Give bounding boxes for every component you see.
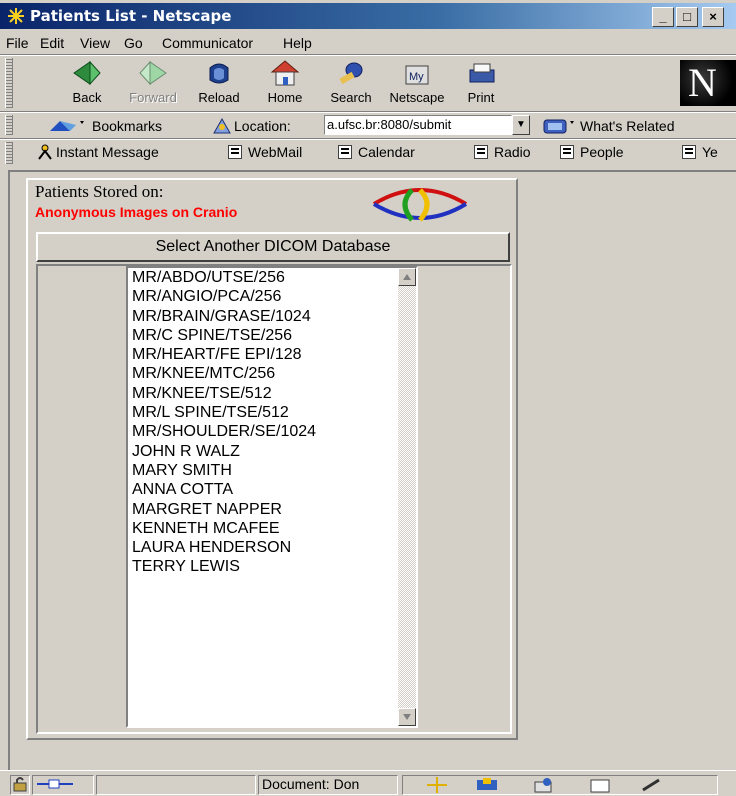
back-button[interactable]: Back — [54, 58, 120, 108]
navigation-toolbar: Back Forward Reload Home Search My Netsc… — [0, 56, 736, 111]
netscape-throbber-logo[interactable]: N — [680, 60, 736, 106]
title-bar[interactable]: Patients List - Netscape _ □ × — [0, 3, 736, 29]
location-grip[interactable] — [5, 115, 13, 135]
bookmark-page-icon — [474, 145, 488, 159]
scroll-up-button[interactable] — [398, 268, 416, 286]
patient-list-item[interactable]: MR/L SPINE/TSE/512 — [132, 403, 316, 422]
arrow-down-icon — [403, 714, 411, 720]
window-title: Patients List - Netscape — [30, 7, 232, 25]
listbox-scrollbar[interactable] — [398, 268, 416, 726]
progress-bar — [96, 775, 256, 795]
location-url-field[interactable]: a.ufsc.br:8080/submit — [324, 115, 512, 135]
patient-list-item[interactable]: TERRY LEWIS — [132, 557, 316, 576]
browser-window: Patients List - Netscape _ □ × File Edit… — [0, 0, 736, 796]
status-text: Document: Don — [262, 776, 360, 792]
location-toolbar: Bookmarks Location: a.ufsc.br:8080/submi… — [0, 113, 736, 138]
patient-list-item[interactable]: MARGRET NAPPER — [132, 500, 316, 519]
select-database-button[interactable]: Select Another DICOM Database — [36, 232, 510, 262]
back-arrow-icon — [73, 60, 101, 86]
forward-button[interactable]: Forward — [120, 58, 186, 108]
eye-logo-icon — [372, 188, 468, 222]
menu-view[interactable]: View — [80, 35, 110, 51]
my-netscape-button[interactable]: My Netscape — [384, 58, 450, 108]
patient-list-item[interactable]: MR/KNEE/MTC/256 — [132, 364, 316, 383]
menu-file[interactable]: File — [6, 35, 29, 51]
address-book-icon — [590, 779, 610, 793]
menu-go[interactable]: Go — [124, 35, 143, 51]
menu-edit[interactable]: Edit — [40, 35, 64, 51]
patient-list-item[interactable]: MR/KNEE/TSE/512 — [132, 384, 316, 403]
composer-icon — [534, 778, 552, 793]
yellow-pages-link[interactable]: Ye — [682, 144, 718, 160]
patient-list-item[interactable]: MR/HEART/FE EPI/128 — [132, 345, 316, 364]
scroll-down-button[interactable] — [398, 708, 416, 726]
edit-pen-icon — [642, 778, 660, 792]
toolbar-grip[interactable] — [5, 58, 13, 108]
home-button[interactable]: Home — [252, 58, 318, 108]
mail-icon — [477, 778, 497, 790]
patient-list: MR/ABDO/UTSE/256 MR/ANGIO/PCA/256 MR/BRAIN… — [132, 268, 316, 577]
personal-toolbar: Instant Message WebMail Calendar Radio P… — [0, 140, 736, 166]
online-status-icon[interactable] — [32, 775, 94, 795]
patient-list-item[interactable]: LAURA HENDERSON — [132, 538, 316, 557]
navigator-icon — [427, 777, 447, 793]
patients-stored-label: Patients Stored on: — [35, 182, 164, 201]
personal-grip[interactable] — [5, 142, 13, 164]
page-proxy-icon — [213, 117, 231, 134]
reload-button[interactable]: Reload — [186, 58, 252, 108]
netscape-app-icon — [8, 8, 24, 24]
patient-list-item[interactable]: ANNA COTTA — [132, 480, 316, 499]
menu-help[interactable]: Help — [283, 35, 312, 51]
bookmark-page-icon — [338, 145, 352, 159]
radio-link[interactable]: Radio — [474, 144, 531, 160]
patient-list-item[interactable]: MR/ABDO/UTSE/256 — [132, 268, 316, 287]
search-button[interactable]: Search — [318, 58, 384, 108]
search-icon — [339, 62, 363, 85]
print-button[interactable]: Print — [448, 58, 514, 108]
print-icon — [469, 63, 495, 83]
reload-icon — [209, 63, 229, 84]
forward-arrow-icon — [139, 60, 167, 86]
status-bar — [0, 770, 736, 796]
security-lock-icon[interactable] — [10, 775, 30, 795]
close-button[interactable]: × — [702, 7, 724, 27]
arrow-up-icon — [403, 274, 411, 280]
component-bar — [402, 775, 718, 795]
maximize-button[interactable]: □ — [676, 7, 698, 27]
patient-list-item[interactable]: MR/C SPINE/TSE/256 — [132, 326, 316, 345]
location-label: Location: — [212, 117, 291, 135]
bookmark-page-icon — [560, 145, 574, 159]
bookmarks-icon — [50, 121, 84, 131]
people-link[interactable]: People — [560, 144, 624, 160]
patient-list-item[interactable]: MR/BRAIN/GRASE/1024 — [132, 307, 316, 326]
patient-list-item[interactable]: MR/SHOULDER/SE/1024 — [132, 422, 316, 441]
menu-communicator[interactable]: Communicator — [162, 35, 253, 51]
database-name: Anonymous Images on Cranio — [35, 204, 238, 220]
patients-listbox[interactable]: MR/ABDO/UTSE/256 MR/ANGIO/PCA/256 MR/BRAIN… — [126, 266, 418, 728]
whats-related-icon — [543, 119, 574, 134]
calendar-link[interactable]: Calendar — [338, 144, 415, 160]
patient-list-item[interactable]: JOHN R WALZ — [132, 442, 316, 461]
svg-text:My: My — [409, 71, 424, 83]
patient-list-item[interactable]: MARY SMITH — [132, 461, 316, 480]
home-icon — [270, 60, 300, 86]
bookmark-page-icon — [682, 145, 696, 159]
url-history-dropdown[interactable]: ▼ — [512, 115, 530, 135]
patient-list-item[interactable]: KENNETH MCAFEE — [132, 519, 316, 538]
instant-message-icon — [38, 144, 52, 160]
whats-related-button[interactable]: What's Related — [542, 117, 675, 135]
bookmarks-button[interactable]: Bookmarks — [46, 117, 162, 135]
webmail-link[interactable]: WebMail — [228, 144, 302, 160]
my-netscape-icon: My — [405, 65, 429, 85]
instant-message-link[interactable]: Instant Message — [36, 144, 159, 160]
menu-bar: File Edit View Go Communicator Help — [0, 32, 736, 54]
bookmark-page-icon — [228, 145, 242, 159]
patient-list-item[interactable]: MR/ANGIO/PCA/256 — [132, 287, 316, 306]
minimize-button[interactable]: _ — [652, 7, 674, 27]
